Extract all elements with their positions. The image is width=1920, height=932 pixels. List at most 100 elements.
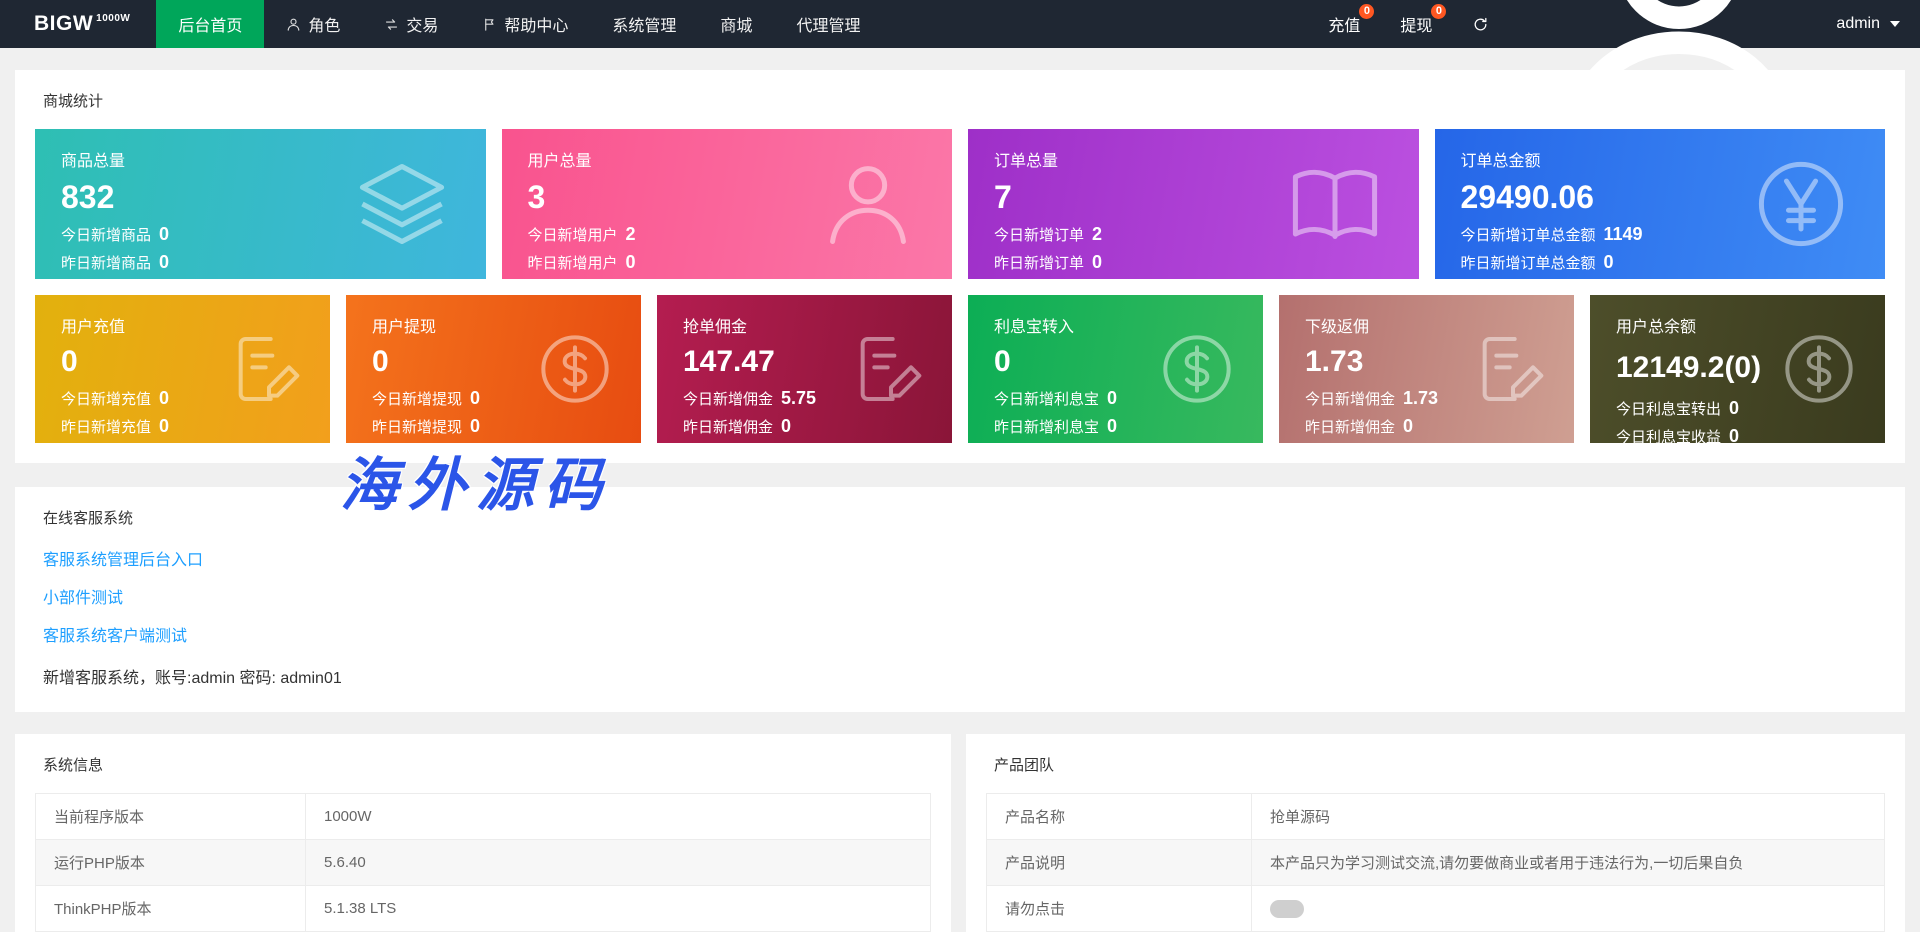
stat-line-value: 0: [1107, 387, 1118, 408]
yen-icon: [1751, 154, 1851, 254]
stat-line-label: 今日新增佣金: [1305, 390, 1396, 408]
info-value: 1000W: [305, 793, 931, 840]
refresh-button[interactable]: [1452, 0, 1509, 48]
stat-line-label: 昨日新增商品: [61, 254, 152, 272]
stat-line-value: 0: [1403, 415, 1414, 436]
mall-stats-panel: 商城统计 商品总量 832 今日新增商品 0 昨日新增商品 0 用户总量 3 今日新…: [15, 70, 1905, 463]
nav-item-roles[interactable]: 角色: [264, 0, 362, 48]
table-row: 请勿点击: [986, 885, 1885, 932]
stat-line-value: 1.73: [1403, 387, 1439, 408]
stat-card-orders-total: 订单总量 7 今日新增订单 2 昨日新增订单 0: [968, 129, 1419, 279]
file-pen-icon: [1468, 329, 1548, 409]
brand-logo[interactable]: BIGW 1000W: [0, 0, 156, 48]
info-label: 当前程序版本: [35, 793, 306, 840]
info-value: [1251, 885, 1885, 932]
recharge-badge: 0: [1359, 4, 1375, 19]
nav-item-mall[interactable]: 商城: [698, 0, 774, 48]
info-label: 产品名称: [986, 793, 1252, 840]
stat-card-user-balance-total: 用户总余额 12149.2(0) 今日利息宝转出 0 今日利息宝收益 0: [1590, 295, 1885, 443]
file-pen-icon: [224, 329, 304, 409]
stats-row-1: 商品总量 832 今日新增商品 0 昨日新增商品 0 用户总量 3 今日新增用户 2 …: [35, 129, 1885, 279]
stat-line-label: 昨日新增充值: [61, 418, 152, 436]
main-nav: 后台首页 角色 交易 帮助中心 系统管理 商城 代理管理: [156, 0, 882, 48]
recharge-label: 充值: [1328, 18, 1361, 35]
stat-line-label: 今日新增充值: [61, 390, 152, 408]
withdraw-label: 提现: [1400, 18, 1433, 35]
stat-line-value: 0: [1092, 251, 1103, 272]
service-credentials-note: 新增客服系统，账号:admin 密码: admin01: [43, 670, 342, 687]
top-navbar: BIGW 1000W 后台首页 角色 交易 帮助中心 系统管理 商城 代理管理 充…: [0, 0, 1920, 148]
info-label: ThinkPHP版本: [35, 885, 306, 932]
stat-line-label: 今日新增利息宝: [994, 390, 1100, 408]
stat-line-label: 昨日新增提现: [372, 418, 463, 436]
table-row: 产品名称 抢单源码: [986, 793, 1885, 840]
table-row: 产品说明 本产品只为学习测试交流,请勿要做商业或者用于违法行为,一切后果自负: [986, 839, 1885, 886]
service-client-test-link[interactable]: 客服系统客户端测试: [43, 622, 187, 646]
stat-card-user-recharge: 用户充值 0 今日新增充值 0 昨日新增充值 0: [35, 295, 330, 443]
nav-item-dashboard[interactable]: 后台首页: [156, 0, 265, 48]
dollar-icon: [535, 329, 615, 409]
info-label: 请勿点击: [986, 885, 1252, 932]
stat-line-value: 0: [781, 415, 792, 436]
stat-line-value: 0: [1603, 251, 1614, 272]
stat-card-order-amount-total: 订单总金额 29490.06 今日新增订单总金额 1149 昨日新增订单总金额 0: [1434, 129, 1885, 279]
dollar-icon: [1779, 329, 1859, 409]
customer-service-panel: 在线客服系统 客服系统管理后台入口 小部件测试 客服系统客户端测试 新增客服系统…: [15, 487, 1905, 712]
file-pen-icon: [846, 329, 926, 409]
nav-label: 代理管理: [796, 18, 861, 35]
do-not-click-badge[interactable]: [1270, 899, 1304, 918]
service-panel-title: 在线客服系统: [43, 510, 134, 527]
brand-text: BIGW: [34, 12, 94, 35]
stat-line-label: 今日新增提现: [372, 390, 463, 408]
username: admin: [1836, 15, 1880, 32]
stat-card-interest-in: 利息宝转入 0 今日新增利息宝 0 昨日新增利息宝 0: [968, 295, 1263, 443]
stat-line-value: 5.75: [781, 387, 817, 408]
stat-line-value: 0: [470, 415, 481, 436]
table-row: 当前程序版本 1000W: [35, 793, 931, 840]
nav-item-trade[interactable]: 交易: [362, 0, 460, 48]
nav-label: 角色: [308, 18, 341, 35]
widget-test-link[interactable]: 小部件测试: [43, 584, 123, 608]
user-menu[interactable]: admin: [1509, 0, 1920, 148]
stat-line-label: 今日新增商品: [61, 226, 152, 244]
product-team-panel: 产品团队 产品名称 抢单源码 产品说明 本产品只为学习测试交流,请勿要做商业或者…: [966, 734, 1905, 932]
stat-line-label: 昨日新增佣金: [1305, 418, 1396, 436]
stat-line-value: 0: [1729, 425, 1740, 444]
stat-line-label: 今日新增用户: [527, 226, 618, 244]
flag-icon: [482, 17, 497, 32]
stat-line-label: 昨日新增订单总金额: [1460, 254, 1596, 272]
stat-line-label: 今日利息宝收益: [1616, 428, 1722, 444]
nav-item-help-center[interactable]: 帮助中心: [460, 0, 590, 48]
product-team-title: 产品团队: [994, 757, 1055, 774]
layers-icon: [352, 154, 452, 254]
brand-version: 1000W: [96, 12, 131, 24]
stat-line-label: 昨日新增用户: [527, 254, 618, 272]
stat-card-users-total: 用户总量 3 今日新增用户 2 昨日新增用户 0: [501, 129, 952, 279]
nav-label: 交易: [406, 18, 439, 35]
nav-label: 后台首页: [178, 18, 243, 35]
info-value: 5.1.38 LTS: [305, 885, 931, 932]
service-admin-entry-link[interactable]: 客服系统管理后台入口: [43, 546, 203, 570]
stat-line-value: 2: [1092, 223, 1103, 244]
stat-line-value: 0: [625, 251, 636, 272]
bottom-panels: 系统信息 当前程序版本 1000W 运行PHP版本 5.6.40 ThinkPH…: [15, 734, 1905, 932]
person-icon: [286, 17, 301, 32]
withdraw-button[interactable]: 提现 0: [1380, 0, 1452, 48]
system-info-panel: 系统信息 当前程序版本 1000W 运行PHP版本 5.6.40 ThinkPH…: [15, 734, 951, 932]
person-icon: [818, 154, 918, 254]
table-row: 运行PHP版本 5.6.40: [35, 839, 931, 886]
stat-card-products-total: 商品总量 832 今日新增商品 0 昨日新增商品 0: [35, 129, 486, 279]
stat-line-value: 0: [470, 387, 481, 408]
refresh-icon: [1472, 16, 1489, 33]
stat-line-label: 今日新增订单: [994, 226, 1085, 244]
nav-item-system[interactable]: 系统管理: [590, 0, 698, 48]
stat-line-label: 昨日新增订单: [994, 254, 1085, 272]
nav-item-agents[interactable]: 代理管理: [774, 0, 882, 48]
stat-line-value: 0: [159, 223, 170, 244]
stat-line-value: 0: [1107, 415, 1118, 436]
nav-label: 系统管理: [612, 18, 677, 35]
recharge-button[interactable]: 充值 0: [1308, 0, 1380, 48]
stat-line-label: 今日利息宝转出: [1616, 400, 1722, 418]
navbar-right: 充值 0 提现 0 admin: [1308, 0, 1920, 148]
system-info-table: 当前程序版本 1000W 运行PHP版本 5.6.40 ThinkPHP版本 5…: [35, 793, 931, 932]
